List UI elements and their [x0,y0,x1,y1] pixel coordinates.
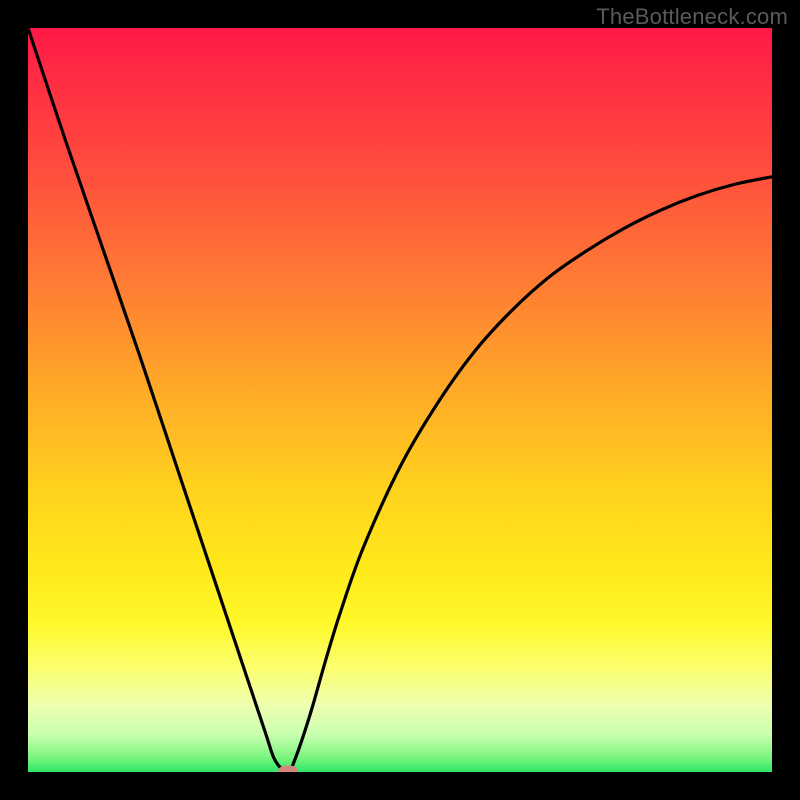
watermark-text: TheBottleneck.com [596,4,788,30]
curve-svg [28,28,772,772]
plot-area [28,28,772,772]
chart-frame: TheBottleneck.com [0,0,800,800]
bottleneck-curve [28,28,772,772]
min-marker [278,766,298,773]
